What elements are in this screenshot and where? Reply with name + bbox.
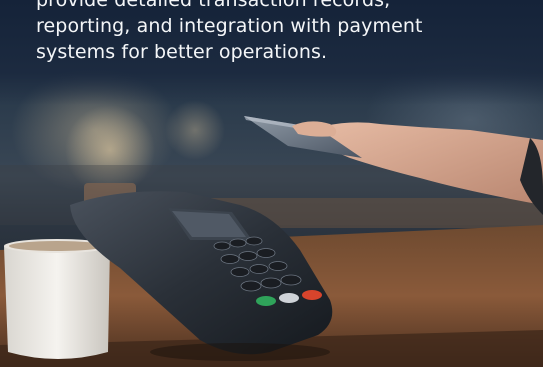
caption-line-2: reporting, and integration with payment <box>36 15 423 37</box>
caption-line-1: provide detailed transaction records, <box>36 0 391 11</box>
caption-text: provide detailed transaction records, re… <box>36 0 516 65</box>
slide: provide detailed transaction records, re… <box>0 0 543 367</box>
caption-line-3: systems for better operations. <box>36 41 328 63</box>
caption-overlay: provide detailed transaction records, re… <box>0 0 543 105</box>
